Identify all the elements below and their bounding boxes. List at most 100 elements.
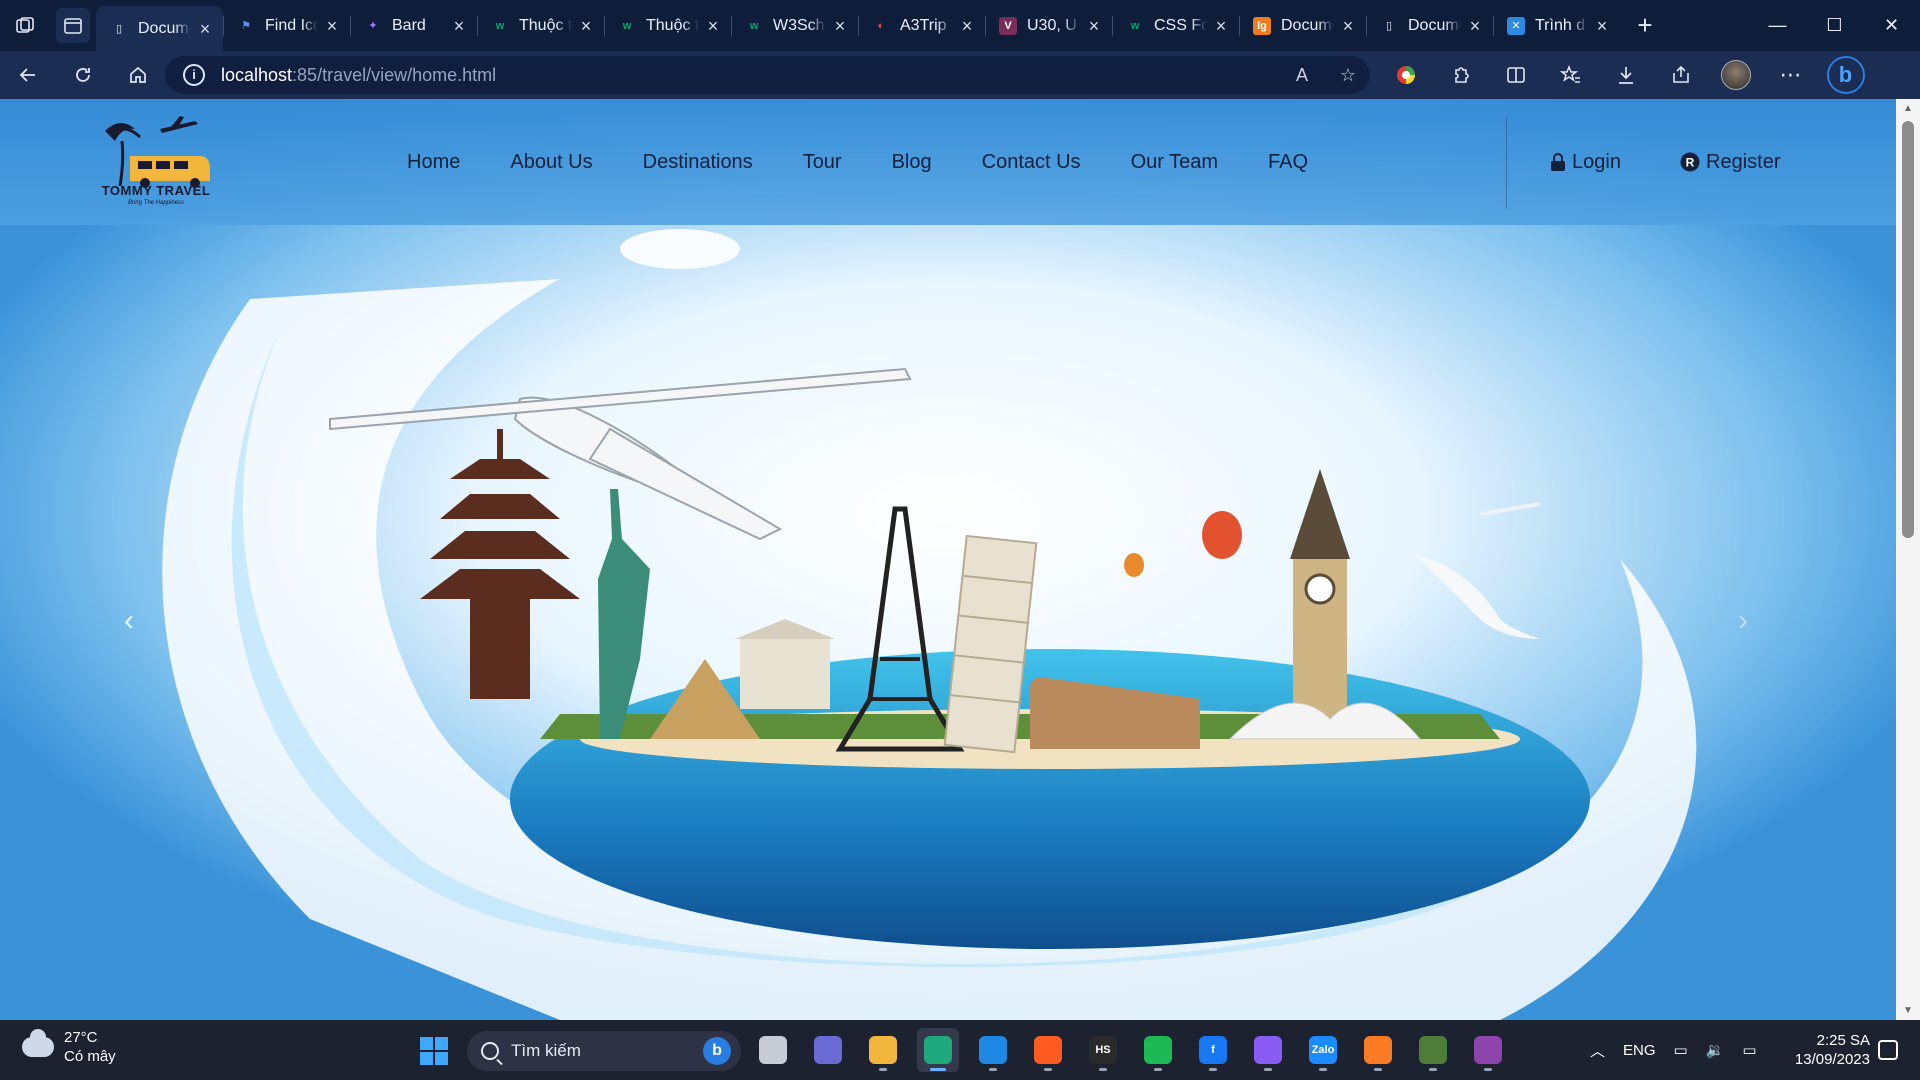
extension-color-icon[interactable] [1378, 51, 1433, 99]
running-indicator [1264, 1068, 1272, 1071]
browser-tab[interactable]: w Thuộc tính × [604, 0, 731, 51]
messenger-icon[interactable] [1247, 1028, 1289, 1072]
task-view-glyph [759, 1036, 787, 1064]
browser-tab[interactable]: w W3Schools × [731, 0, 858, 51]
weather-widget[interactable]: 27°C Có mây [22, 1028, 116, 1066]
show-hidden-icons-chevron[interactable]: ︿ [1590, 1040, 1605, 1061]
carousel-prev-button[interactable]: ‹ [124, 604, 134, 638]
nav-contact-us[interactable]: Contact Us [982, 151, 1081, 174]
network-icon[interactable]: ▭ [1674, 1041, 1688, 1059]
tab-close-icon[interactable]: × [959, 17, 975, 35]
browser-tab-strip: ▯ Document × ⚑ Find Icons × ✦ Bard × w Thuộc tính ×… [0, 0, 1920, 51]
messenger-glyph [1254, 1036, 1282, 1064]
site-logo[interactable]: TOMMY TRAVEL Bring The Happiness [100, 111, 212, 213]
facebook-icon[interactable]: f [1192, 1028, 1234, 1072]
browser-tab[interactable]: ✦ Bard × [350, 0, 477, 51]
register-link[interactable]: R Register [1680, 99, 1780, 225]
zalo-icon[interactable]: Zalo [1302, 1028, 1344, 1072]
address-bar[interactable]: i localhost:85/travel/view/home.html A ☆ [165, 56, 1370, 94]
extensions-puzzle-icon[interactable] [1433, 51, 1488, 99]
vscode-icon[interactable] [972, 1028, 1014, 1072]
taskbar-search[interactable]: Tìm kiếm b [467, 1031, 741, 1071]
battery-icon[interactable]: ▭ [1742, 1041, 1756, 1059]
nav-faq[interactable]: FAQ [1268, 151, 1308, 174]
more-options-icon[interactable]: ⋯ [1763, 51, 1818, 99]
browser-tab[interactable]: w Thuộc tính × [477, 0, 604, 51]
minimize-button[interactable]: — [1749, 0, 1806, 51]
home-button[interactable] [110, 51, 165, 99]
tab-close-icon[interactable]: × [1340, 17, 1356, 35]
flag-icon: ⚑ [241, 20, 251, 32]
tab-close-icon[interactable]: × [197, 20, 213, 38]
tab-close-icon[interactable]: × [1086, 17, 1102, 35]
start-button[interactable] [420, 1037, 448, 1065]
close-window-button[interactable]: ✕ [1863, 0, 1920, 51]
scroll-up-arrow[interactable]: ▲ [1896, 103, 1920, 114]
browser-tab[interactable]: V U30, U × [985, 0, 1112, 51]
nav-destinations[interactable]: Destinations [643, 151, 753, 174]
language-indicator[interactable]: ENG [1623, 1042, 1656, 1059]
weather-temp: 27°C [64, 1029, 98, 1046]
favorites-icon[interactable] [1543, 51, 1598, 99]
scrollbar-thumb[interactable] [1902, 121, 1914, 538]
scroll-down-arrow[interactable]: ▼ [1896, 1005, 1920, 1016]
network-app-icon[interactable] [1412, 1028, 1454, 1072]
tab-close-icon[interactable]: × [832, 17, 848, 35]
register-label: Register [1706, 150, 1781, 173]
browser-tab[interactable]: ✕ Trình d × [1493, 0, 1620, 51]
site-info-icon[interactable]: i [183, 64, 205, 86]
tab-close-icon[interactable]: × [324, 17, 340, 35]
read-aloud-icon[interactable]: A [1290, 63, 1314, 87]
browser-tab[interactable]: w CSS Fo × [1112, 0, 1239, 51]
page-scrollbar[interactable]: ▲ ▼ [1896, 99, 1920, 1020]
spotify-icon[interactable] [1137, 1028, 1179, 1072]
task-view-icon[interactable] [752, 1028, 794, 1072]
edge-icon[interactable] [917, 1028, 959, 1072]
tab-close-icon[interactable]: × [1594, 17, 1610, 35]
browser-tab[interactable]: ▯ Document × [1366, 0, 1493, 51]
hs-icon[interactable]: HS [1082, 1028, 1124, 1072]
share-icon[interactable] [1653, 51, 1708, 99]
file-explorer-icon[interactable] [862, 1028, 904, 1072]
volume-icon[interactable]: 🔉 [1706, 1041, 1725, 1059]
notifications-icon[interactable] [1878, 1040, 1898, 1060]
refresh-button[interactable] [55, 51, 110, 99]
maximize-button[interactable]: ☐ [1806, 0, 1863, 51]
tab-close-icon[interactable]: × [705, 17, 721, 35]
chrome-icon[interactable] [1467, 1028, 1509, 1072]
w3-icon: w [622, 19, 632, 32]
back-button[interactable] [0, 51, 55, 99]
tab-close-icon[interactable]: × [578, 17, 594, 35]
teams-icon[interactable] [807, 1028, 849, 1072]
nav-our-team[interactable]: Our Team [1131, 151, 1218, 174]
xampp-icon[interactable] [1357, 1028, 1399, 1072]
tab-close-icon[interactable]: × [451, 17, 467, 35]
hs-glyph: HS [1089, 1036, 1117, 1064]
nav-blog[interactable]: Blog [892, 151, 932, 174]
profile-avatar[interactable] [1708, 51, 1763, 99]
soundcloud-icon[interactable] [1027, 1028, 1069, 1072]
downloads-icon[interactable] [1598, 51, 1653, 99]
split-screen-icon[interactable] [1488, 51, 1543, 99]
nav-tour[interactable]: Tour [803, 151, 842, 174]
bing-copilot-icon[interactable]: b [1818, 51, 1873, 99]
browser-tab[interactable]: ⚑ Find Icons × [223, 0, 350, 51]
carousel-next-button[interactable]: › [1738, 604, 1748, 638]
nav-home[interactable]: Home [407, 151, 460, 174]
cloud-icon [22, 1029, 54, 1057]
new-tab-button[interactable]: + [1620, 0, 1670, 51]
brand-tagline: Bring The Happiness [127, 200, 185, 206]
spotify-glyph [1144, 1036, 1172, 1064]
browser-tab[interactable]: ▯ Document × [96, 6, 223, 51]
clock[interactable]: 2:25 SA 13/09/2023 [1786, 1031, 1870, 1069]
browser-tab[interactable]: lg Document × [1239, 0, 1366, 51]
tab-close-icon[interactable]: × [1467, 17, 1483, 35]
login-link[interactable]: Login [1550, 99, 1621, 225]
workspaces-icon[interactable] [0, 0, 50, 51]
tab-actions-icon[interactable] [56, 8, 90, 43]
browser-tab[interactable]: ◐ A3Trip × [858, 0, 985, 51]
favorite-star-icon[interactable]: ☆ [1336, 63, 1360, 87]
tab-close-icon[interactable]: × [1213, 17, 1229, 35]
url-text[interactable]: localhost:85/travel/view/home.html [221, 65, 1290, 86]
nav-about-us[interactable]: About Us [510, 151, 592, 174]
